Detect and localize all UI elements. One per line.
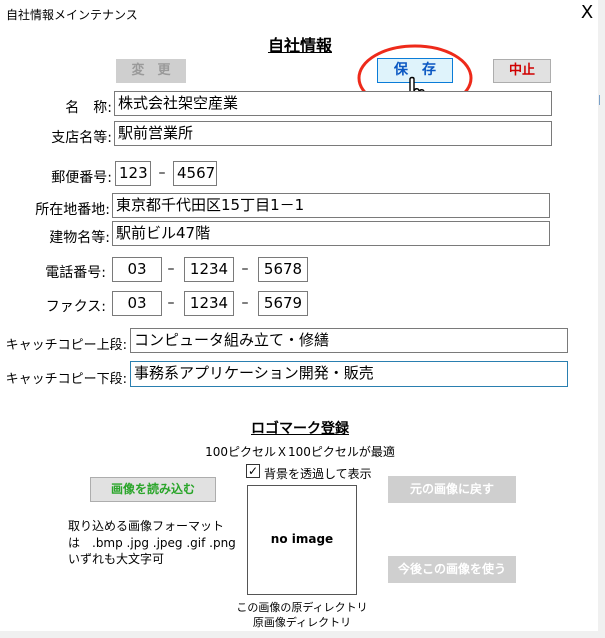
fax-separator-2: – <box>241 295 249 311</box>
logo-section-title: ロゴマーク登録 <box>251 421 349 437</box>
phone-number[interactable]: 5678 <box>258 257 308 282</box>
postal-label: 郵便番号: <box>51 170 112 186</box>
address-label: 所在地番地: <box>35 202 110 218</box>
load-image-button[interactable]: 画像を読み込む <box>90 477 216 502</box>
format-note-line3: いずれも大文字可 <box>68 552 165 566</box>
branch-label: 支店名等: <box>51 130 112 146</box>
logo-image-preview: no image <box>247 485 357 595</box>
fax-number[interactable]: 5679 <box>258 291 308 316</box>
catch-lower-label: キャッチコピー下段: <box>5 372 127 387</box>
edge-marker <box>599 95 605 105</box>
branch-field[interactable]: 駅前営業所 <box>114 121 552 146</box>
window-title: 自社情報メインテナンス <box>6 8 138 22</box>
name-label: 名 称: <box>65 100 112 116</box>
format-note-line2: は .bmp .jpg .jpeg .gif .png <box>68 536 236 550</box>
catch-upper-label: キャッチコピー上段: <box>5 338 127 353</box>
building-field[interactable]: 駅前ビル47階 <box>112 221 550 246</box>
close-icon[interactable]: X <box>578 4 596 22</box>
fax-label: ファクス: <box>45 299 106 315</box>
use-image-button[interactable]: 今後この画像を使う <box>388 556 516 583</box>
page-title: 自社情報 <box>267 36 332 55</box>
phone-exchange[interactable]: 1234 <box>184 257 234 282</box>
change-button[interactable]: 変 更 <box>116 59 186 83</box>
building-label: 建物名等: <box>49 230 110 246</box>
transparent-checkbox[interactable]: ✓ <box>246 464 260 478</box>
address-field[interactable]: 東京都千代田区15丁目1－1 <box>112 193 550 218</box>
restore-image-button[interactable]: 元の画像に戻す <box>388 476 516 503</box>
phone-separator-2: – <box>241 261 249 277</box>
original-dir-value: 原画像ディレクトリ <box>252 616 352 629</box>
no-image-placeholder: no image <box>270 532 334 546</box>
catch-upper-field[interactable]: コンピュータ組み立て・修繕 <box>130 328 568 353</box>
postal-separator: – <box>158 165 166 181</box>
format-note-line1: 取り込める画像フォーマット <box>68 519 225 533</box>
window-bottom-edge <box>0 631 605 638</box>
phone-separator-1: – <box>167 261 175 277</box>
cancel-button[interactable]: 中止 <box>493 59 551 83</box>
name-field[interactable]: 株式会社架空産業 <box>114 91 552 116</box>
original-dir-label: この画像の原ディレクトリ <box>236 601 368 614</box>
phone-label: 電話番号: <box>45 265 106 281</box>
fax-separator-1: – <box>167 295 175 311</box>
postal-code-part1[interactable]: 123 <box>115 161 151 186</box>
postal-code-part2[interactable]: 4567 <box>173 161 217 186</box>
phone-area-code[interactable]: 03 <box>112 257 162 282</box>
logo-size-note: 100ピクセルＸ100ピクセルが最適 <box>205 445 395 459</box>
fax-exchange[interactable]: 1234 <box>184 291 234 316</box>
catch-lower-field[interactable]: 事務系アプリケーション開発・販売 <box>130 361 568 387</box>
fax-area-code[interactable]: 03 <box>112 291 162 316</box>
transparent-label: 背景を透過して表示 <box>264 467 372 481</box>
